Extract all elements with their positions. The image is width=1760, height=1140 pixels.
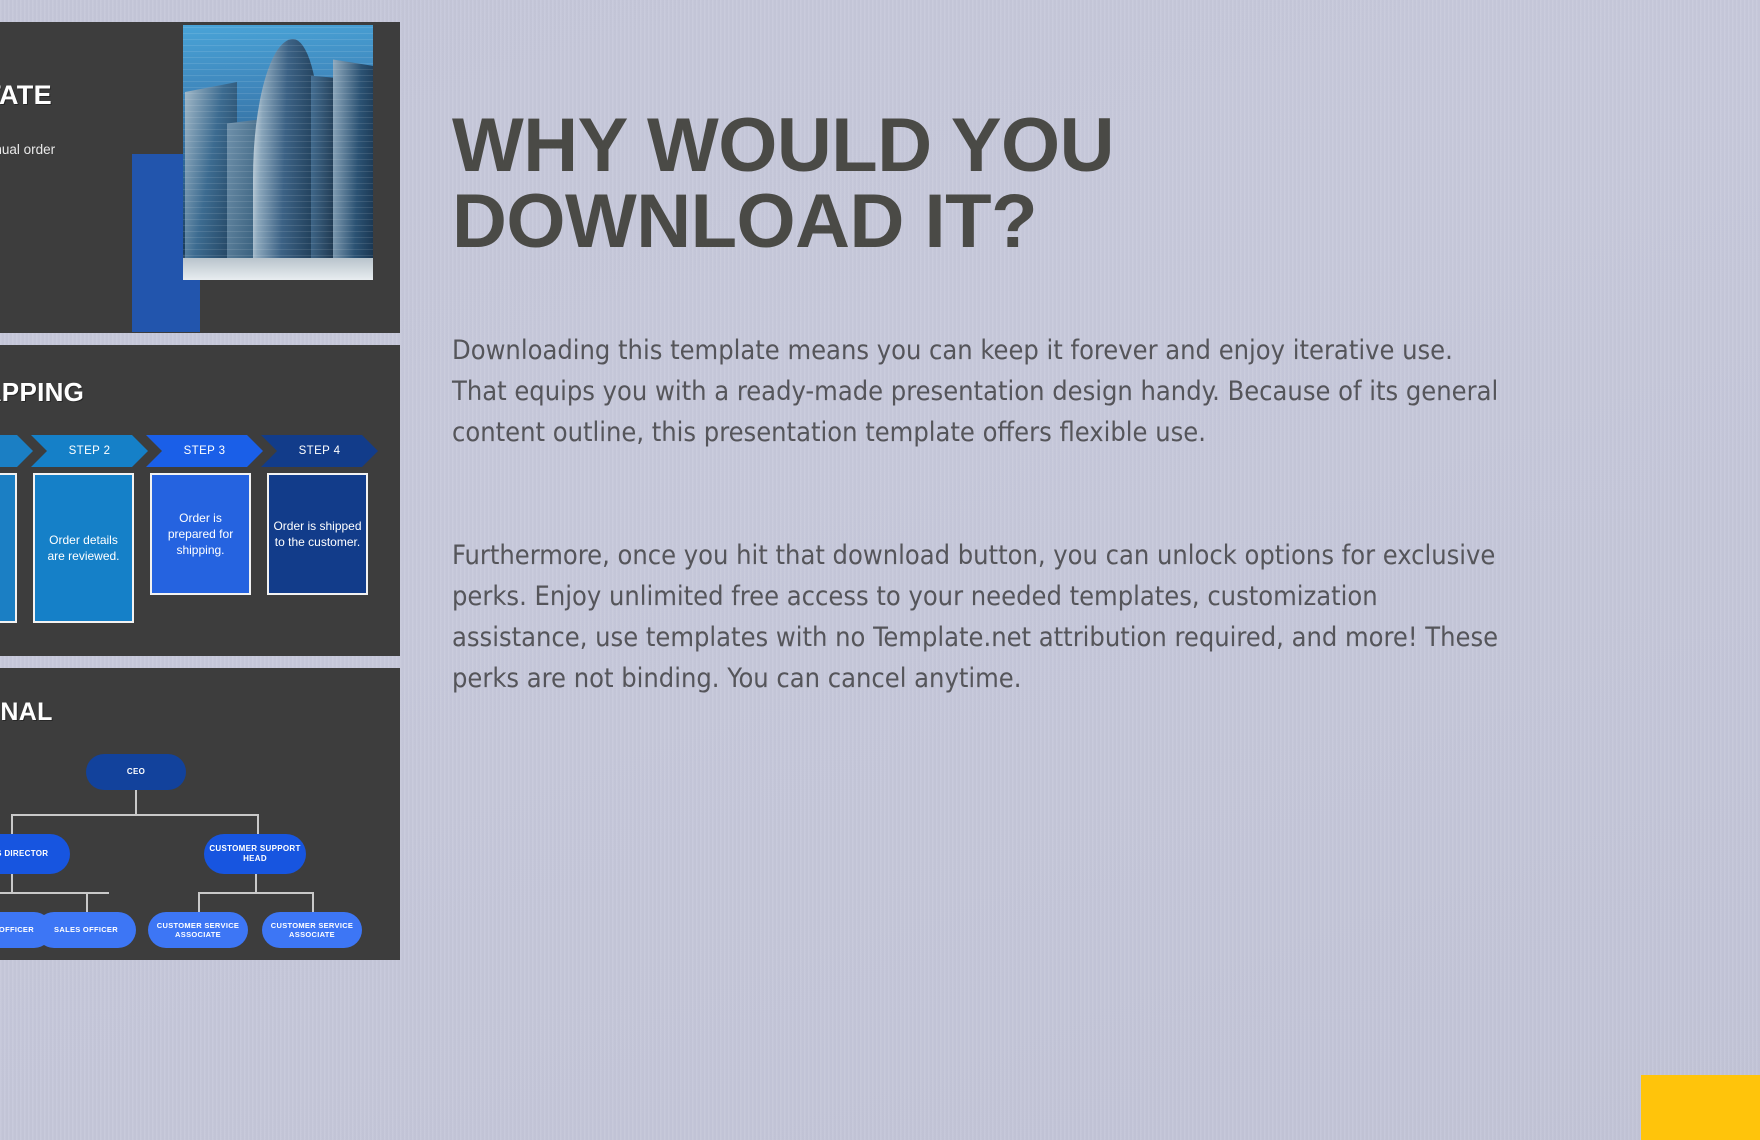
process-step-description: Order is received. xyxy=(0,532,11,564)
process-step-label: STEP 2 xyxy=(68,445,111,457)
org-connector-line xyxy=(11,874,13,892)
org-node: SALES DIRECTOR xyxy=(0,834,70,874)
process-step-chevron: STEP 4 xyxy=(261,435,378,467)
process-step-label: STEP 4 xyxy=(298,445,341,457)
org-connector-line xyxy=(255,874,257,892)
process-step-description: Order details are reviewed. xyxy=(47,532,120,563)
org-node-label: SALES DIRECTOR xyxy=(0,849,49,858)
process-step-label: STEP 3 xyxy=(183,445,226,457)
org-node-label: CUSTOMER SERVICE ASSOCIATE xyxy=(156,920,240,939)
org-node-label: SALES OFFICER xyxy=(0,925,34,935)
process-step-chevrons: STEP 1 STEP 2 STEP 3 STEP 4 xyxy=(0,435,376,467)
slide-thumbnail-current-state[interactable]: CURRENT STATE The company relies on a ma… xyxy=(0,22,400,333)
org-connector-line xyxy=(257,814,259,834)
org-node: CEO xyxy=(86,754,186,790)
process-step-box: Order is prepared for shipping. xyxy=(150,473,251,595)
org-node: CUSTOMER SUPPORT HEAD xyxy=(204,834,306,874)
org-connector-line xyxy=(312,892,314,912)
org-chart: CEO SALES DIRECTOR CUSTOMER SUPPORT HEAD SA… xyxy=(0,668,400,960)
org-connector-line xyxy=(198,892,314,894)
slide-thumbnail-process-mapping[interactable]: PROCESS MAPPING STEP 1 STEP 2 STEP 3 STEP 4… xyxy=(0,345,400,656)
slide1-title: CURRENT STATE xyxy=(0,80,52,110)
org-connector-line xyxy=(86,892,88,912)
process-step-chevron: STEP 2 xyxy=(31,435,148,467)
org-connector-line xyxy=(11,814,259,816)
process-step-chevron: STEP 3 xyxy=(146,435,263,467)
main-content: WHY WOULD YOU DOWNLOAD IT? Downloading t… xyxy=(452,0,1552,1140)
org-connector-line xyxy=(11,814,13,834)
slide2-title: PROCESS MAPPING xyxy=(0,377,85,407)
process-step-chevron: STEP 1 xyxy=(0,435,33,467)
slide-thumbnail-org-structure[interactable]: ORGANIZATIONAL STRUCTURE CEOSALES DIRECT… xyxy=(0,668,400,960)
slide-thumbnail-strip[interactable]: CURRENT STATE The company relies on a ma… xyxy=(0,0,400,1140)
body-paragraph-2: Furthermore, once you hit that download … xyxy=(452,540,1499,695)
org-node-label: CUSTOMER SUPPORT HEAD xyxy=(209,844,301,863)
process-step-description: Order is prepared for shipping. xyxy=(167,510,234,558)
org-node: CUSTOMER SERVICE ASSOCIATE xyxy=(148,912,248,948)
slide1-building-photo xyxy=(183,25,373,280)
org-node: SALES OFFICER xyxy=(36,912,136,948)
org-connector-line xyxy=(135,790,137,814)
org-node-label: CUSTOMER SERVICE ASSOCIATE xyxy=(270,920,354,939)
org-node-label: CEO xyxy=(126,767,146,776)
page-title: WHY WOULD YOU DOWNLOAD IT? xyxy=(452,103,1115,264)
slide1-line-a: The company relies on a manual order xyxy=(0,142,56,157)
org-node-label: SALES OFFICER xyxy=(54,925,118,935)
process-step-box: Order is shipped to the customer. xyxy=(267,473,368,595)
body-paragraph-1: Downloading this template means you can … xyxy=(452,335,1499,449)
process-step-boxes: Order is received. Order details are revi… xyxy=(0,473,384,623)
org-connector-line xyxy=(0,892,109,894)
process-step-box: Order is received. xyxy=(0,473,17,623)
org-connector-line xyxy=(198,892,200,912)
process-step-box: Order details are reviewed. xyxy=(33,473,134,623)
yellow-accent-block xyxy=(1641,1075,1760,1140)
process-step-description: Order is shipped to the customer. xyxy=(273,518,362,549)
org-node: CUSTOMER SERVICE ASSOCIATE xyxy=(262,912,362,948)
